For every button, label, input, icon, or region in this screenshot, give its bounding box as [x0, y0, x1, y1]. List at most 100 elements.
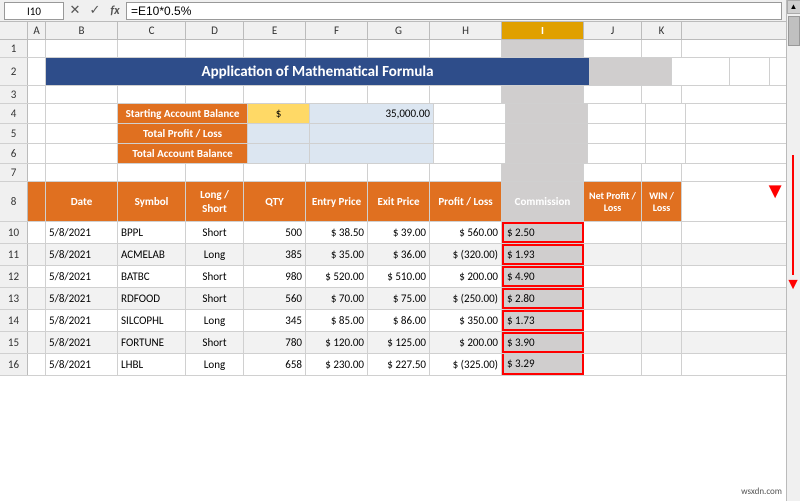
cell-g1[interactable]	[368, 40, 430, 57]
confirm-btn[interactable]: ✓	[86, 2, 104, 20]
cell-e6[interactable]	[248, 144, 310, 163]
cell-a12[interactable]	[28, 266, 46, 287]
cell-j16[interactable]	[584, 354, 642, 375]
cell-e3[interactable]	[244, 86, 306, 103]
cell-h4[interactable]	[434, 104, 506, 123]
cell-e12[interactable]: 980	[244, 266, 306, 287]
cell-a1[interactable]	[28, 40, 46, 57]
col-header-f[interactable]: F	[306, 22, 368, 39]
cell-i16[interactable]: $ 3.29	[502, 354, 584, 375]
cell-e16[interactable]: 658	[244, 354, 306, 375]
cell-h5[interactable]	[434, 124, 506, 143]
cell-e4[interactable]: $	[248, 104, 310, 123]
cell-d16[interactable]: Long	[186, 354, 244, 375]
cell-j2[interactable]	[672, 58, 730, 85]
cell-d3[interactable]	[186, 86, 244, 103]
cell-h13[interactable]: $ (250.00)	[430, 288, 502, 309]
cell-f3[interactable]	[306, 86, 368, 103]
cell-a16[interactable]	[28, 354, 46, 375]
cell-h12[interactable]: $ 200.00	[430, 266, 502, 287]
cell-b12[interactable]: 5/8/2021	[46, 266, 118, 287]
cell-c6[interactable]: Total Account Balance	[118, 144, 248, 163]
cell-b10[interactable]: 5/8/2021	[46, 222, 118, 243]
cell-e7[interactable]	[244, 164, 306, 181]
cell-d11[interactable]: Long	[186, 244, 244, 265]
col-header-c[interactable]: C	[118, 22, 186, 39]
cell-h3[interactable]	[430, 86, 502, 103]
formula-input[interactable]	[126, 2, 782, 20]
cell-b7[interactable]	[46, 164, 118, 181]
cell-c14[interactable]: SILCOPHL	[118, 310, 186, 331]
col-header-a[interactable]: A	[28, 22, 46, 39]
cell-f13[interactable]: $ 70.00	[306, 288, 368, 309]
cell-j7[interactable]	[584, 164, 642, 181]
cell-g3[interactable]	[368, 86, 430, 103]
cell-k6[interactable]	[646, 144, 686, 163]
cell-i12[interactable]: $ 4.90	[502, 266, 584, 287]
cell-b4[interactable]	[46, 104, 118, 123]
cell-c16[interactable]: LHBL	[118, 354, 186, 375]
col-header-i[interactable]: I	[502, 22, 584, 39]
cell-a14[interactable]	[28, 310, 46, 331]
cell-k3[interactable]	[642, 86, 682, 103]
cell-j3[interactable]	[584, 86, 642, 103]
cell-f4[interactable]: 35,000.00	[310, 104, 434, 123]
cell-k7[interactable]	[642, 164, 682, 181]
cell-h10[interactable]: $ 560.00	[430, 222, 502, 243]
cell-b16[interactable]: 5/8/2021	[46, 354, 118, 375]
cell-a3[interactable]	[28, 86, 46, 103]
cell-j15[interactable]	[584, 332, 642, 353]
cell-j5[interactable]	[588, 124, 646, 143]
col-header-j[interactable]: J	[584, 22, 642, 39]
cell-a7[interactable]	[28, 164, 46, 181]
cell-i7[interactable]	[502, 164, 584, 181]
cell-a13[interactable]	[28, 288, 46, 309]
cell-d13[interactable]: Short	[186, 288, 244, 309]
cell-j4[interactable]	[588, 104, 646, 123]
cell-k4[interactable]	[646, 104, 686, 123]
cell-h1[interactable]	[430, 40, 502, 57]
cell-g14[interactable]: $ 86.00	[368, 310, 430, 331]
cell-j12[interactable]	[584, 266, 642, 287]
cell-i15[interactable]: $ 3.90	[502, 332, 584, 353]
col-header-k[interactable]: K	[642, 22, 682, 39]
cell-i13[interactable]: $ 2.80	[502, 288, 584, 309]
cell-j1[interactable]	[584, 40, 642, 57]
cell-a2[interactable]	[28, 58, 46, 85]
scroll-thumb[interactable]	[788, 16, 800, 46]
cell-h16[interactable]: $ (325.00)	[430, 354, 502, 375]
cell-i4[interactable]	[506, 104, 588, 123]
cell-k10[interactable]	[642, 222, 682, 243]
cell-i2[interactable]	[590, 58, 672, 85]
cell-f10[interactable]: $ 38.50	[306, 222, 368, 243]
cell-g16[interactable]: $ 227.50	[368, 354, 430, 375]
cell-c12[interactable]: BATBC	[118, 266, 186, 287]
cell-h6[interactable]	[434, 144, 506, 163]
cell-f11[interactable]: $ 35.00	[306, 244, 368, 265]
cell-b15[interactable]: 5/8/2021	[46, 332, 118, 353]
cell-e15[interactable]: 780	[244, 332, 306, 353]
cell-j11[interactable]	[584, 244, 642, 265]
cell-f1[interactable]	[306, 40, 368, 57]
cell-k1[interactable]	[642, 40, 682, 57]
cell-g13[interactable]: $ 75.00	[368, 288, 430, 309]
cell-c3[interactable]	[118, 86, 186, 103]
cell-g12[interactable]: $ 510.00	[368, 266, 430, 287]
cell-k5[interactable]	[646, 124, 686, 143]
cell-f6[interactable]	[310, 144, 434, 163]
cell-c4[interactable]: Starting Account Balance	[118, 104, 248, 123]
cell-f15[interactable]: $ 120.00	[306, 332, 368, 353]
cell-k14[interactable]	[642, 310, 682, 331]
cell-g11[interactable]: $ 36.00	[368, 244, 430, 265]
cell-c15[interactable]: FORTUNE	[118, 332, 186, 353]
cell-d12[interactable]: Short	[186, 266, 244, 287]
cell-k11[interactable]	[642, 244, 682, 265]
cell-e10[interactable]: 500	[244, 222, 306, 243]
cell-f7[interactable]	[306, 164, 368, 181]
cell-g7[interactable]	[368, 164, 430, 181]
cell-j6[interactable]	[588, 144, 646, 163]
cell-d15[interactable]: Short	[186, 332, 244, 353]
cell-f16[interactable]: $ 230.00	[306, 354, 368, 375]
cell-j10[interactable]	[584, 222, 642, 243]
cell-i3[interactable]	[502, 86, 584, 103]
